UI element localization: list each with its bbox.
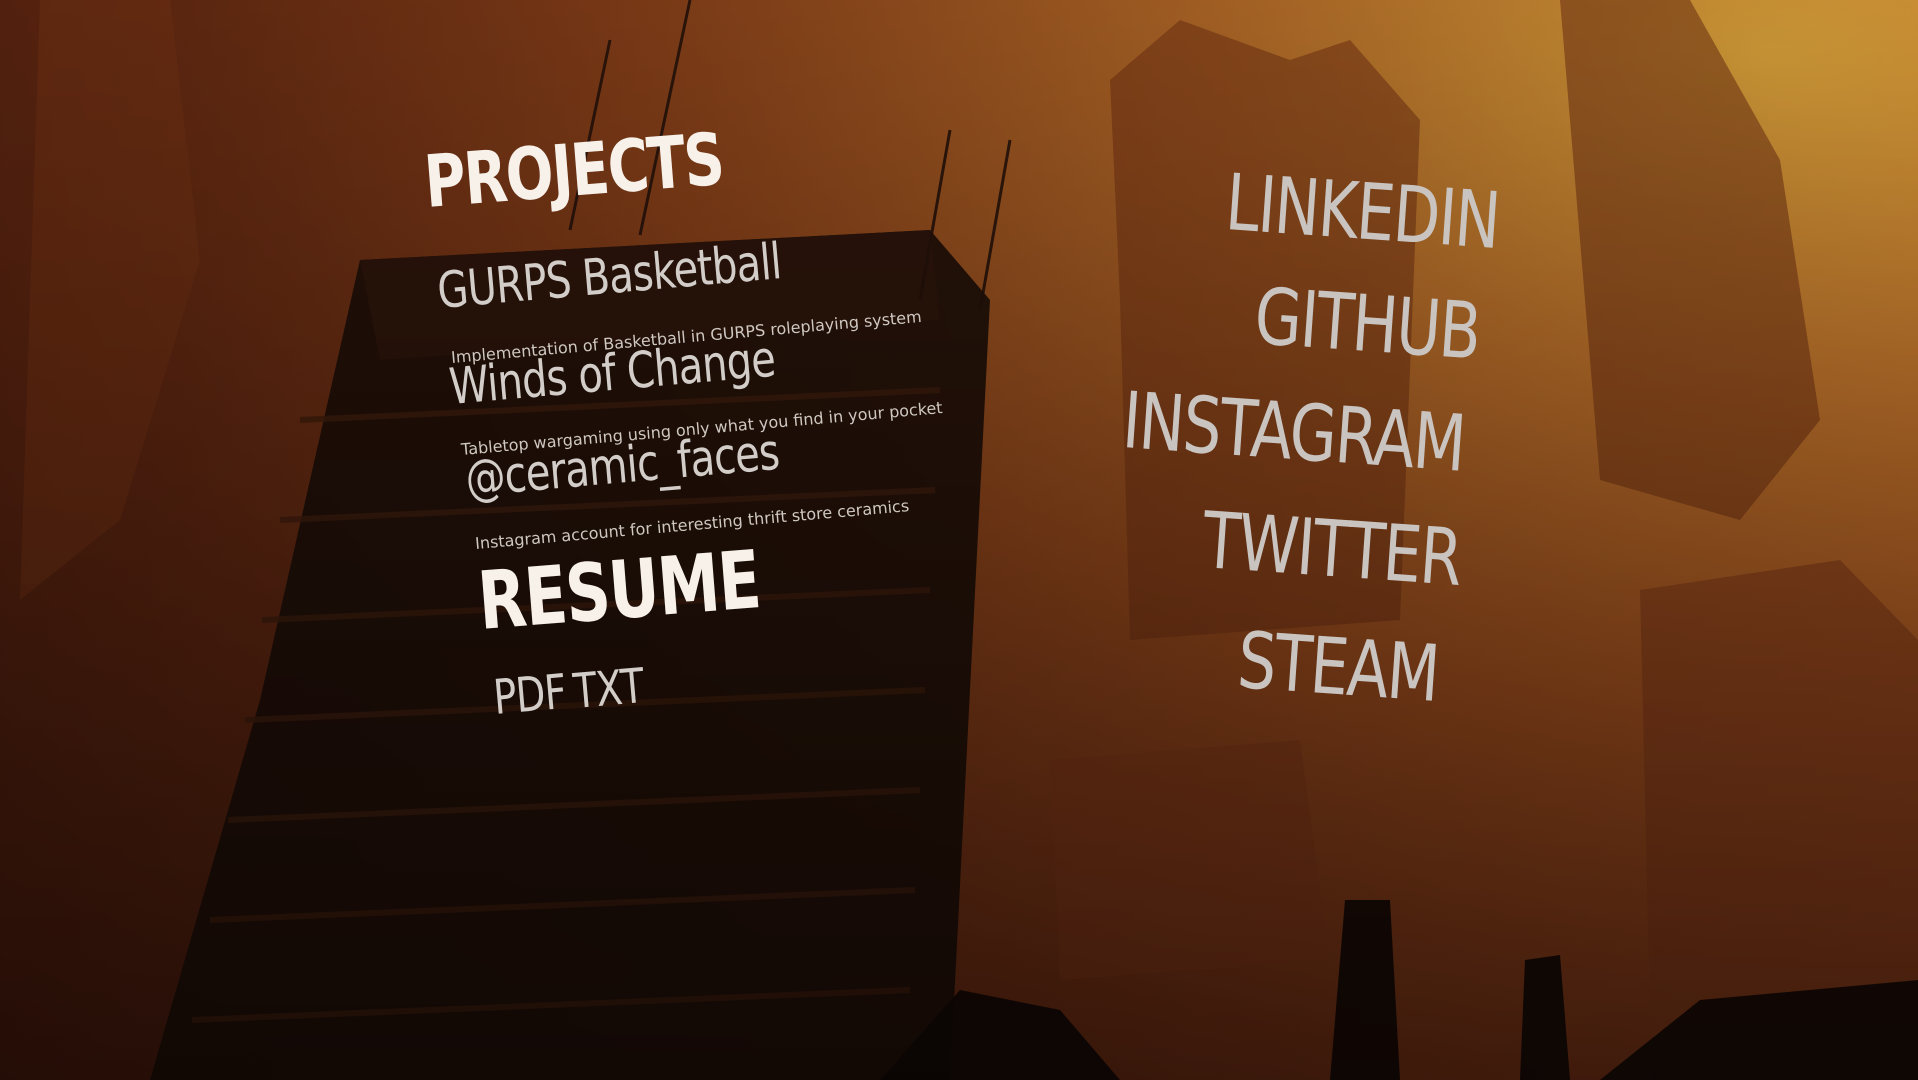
linkedin-link[interactable]: LINKEDIN bbox=[1223, 158, 1502, 267]
twitter-link[interactable]: TWITTER bbox=[1200, 496, 1464, 604]
steam-link[interactable]: STEAM bbox=[1235, 616, 1441, 720]
resume-txt-link[interactable]: TXT bbox=[571, 658, 646, 720]
resume-pdf-link[interactable]: PDF bbox=[491, 664, 568, 726]
background-scene bbox=[0, 0, 1918, 1080]
ruined-city-illustration bbox=[0, 0, 1918, 1080]
github-link[interactable]: GITHUB bbox=[1252, 272, 1483, 377]
